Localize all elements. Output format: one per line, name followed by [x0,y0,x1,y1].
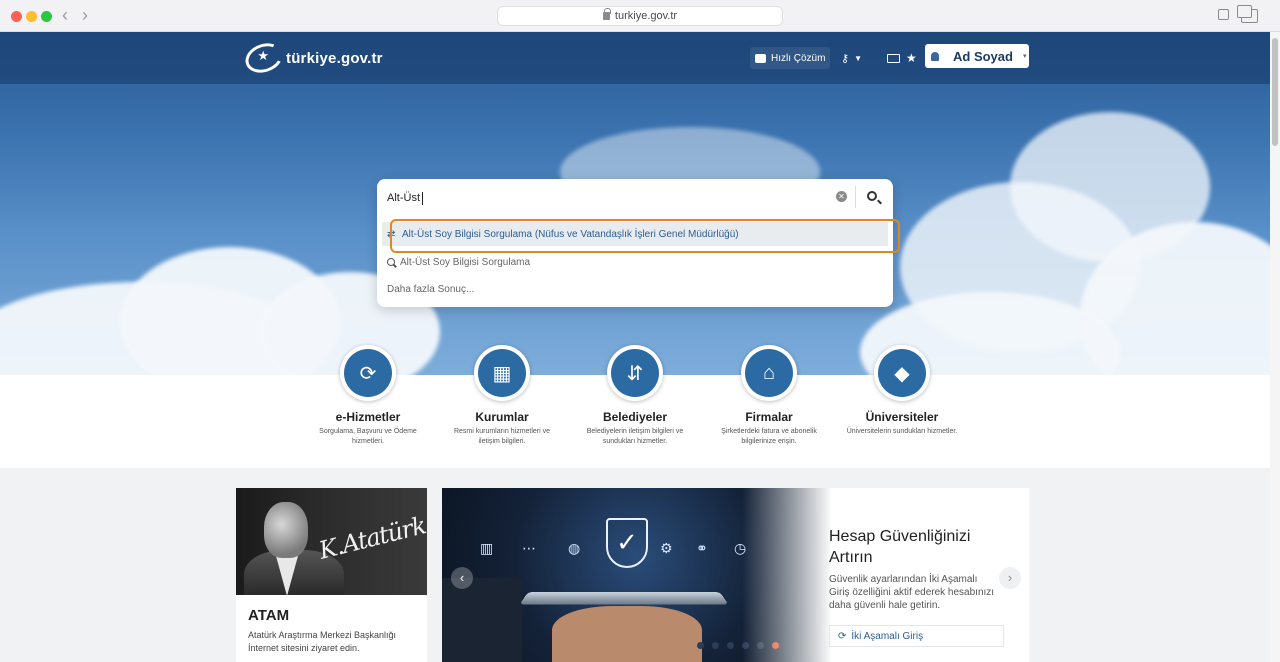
slide-title: Hesap Güvenliğinizi Artırın [829,528,971,566]
category-title: Kurumlar [475,410,529,424]
suggestion-item[interactable]: Alt-Üst Soy Bilgisi Sorgulama [382,250,888,274]
category-kurumlar[interactable]: ▦ Kurumlar Resmi kurumların hizmetleri v… [435,345,569,447]
promo-slider: ▥ ⋯ ◍ ✓ ⚙ ⚭ ◷ ‹ › Hesap Güvenliğinizi Ar… [442,488,1029,662]
lock-icon [602,8,611,20]
suggestion-label: Alt-Üst Soy Bilgisi Sorgulama [400,256,531,268]
logo-emblem-icon [241,38,287,78]
handshake-icon: ⚭ [696,540,708,556]
slider-dot[interactable] [727,642,734,649]
category-description: Üniversitelerin sundukları hizmetler. [846,428,958,435]
chevron-down-icon: ▾ [1022,53,1027,60]
server-icon: ▥ [480,540,494,556]
chevron-down-icon: ▼ [854,53,862,63]
category-title: Belediyeler [602,410,668,424]
tab-overview-icon[interactable] [1237,5,1258,23]
two-step-login-link[interactable]: ⟳ İki Aşamalı Giriş [829,625,1004,647]
refresh-icon: ⟳ [838,630,847,642]
atam-card[interactable]: K.Atatürk ATAM Atatürk Araştırma Merkezi… [236,488,427,662]
search-icon [867,191,877,201]
category-belediyeler[interactable]: ⇵ Belediyeler Belediyelerin iletişim bil… [568,345,702,447]
close-window-button[interactable] [11,11,22,22]
atam-title: ATAM [248,607,290,624]
chat-icon [755,53,766,63]
more-results-link[interactable]: Daha fazla Sonuç... [382,277,888,301]
search-divider [855,186,856,208]
text-cursor [422,191,423,205]
network-icon: ⋯ [522,540,536,556]
more-results-label: Daha fazla Sonuç... [387,283,475,295]
category-section: ⟳ e-Hizmetler Sorgulama, Başvuru ve Ödem… [0,345,1270,470]
category-universiteler[interactable]: ◆ Üniversiteler Üniversitelerin sundukla… [835,345,969,437]
category-firmalar[interactable]: ⌂ Firmalar Şirketlerdeki fatura ve abone… [702,345,836,447]
signature-image: K.Atatürk [316,511,427,565]
forward-arrow-icon[interactable]: › [82,6,88,24]
ataturk-portrait-image: K.Atatürk [236,488,427,595]
slider-dot[interactable] [712,642,719,649]
slider-dot[interactable] [697,642,704,649]
logo-text: türkiye.gov.tr [286,49,383,67]
slider-next-button[interactable]: › [999,567,1021,589]
shield-check-icon: ✓ [606,518,648,568]
star-icon: ★ [906,51,917,65]
category-description: Resmi kurumların hizmetleri ve iletişim … [453,428,551,445]
key-icon: ⚷ [841,52,850,65]
category-title: Üniversiteler [865,410,939,424]
graduation-cap-icon: ◆ [878,349,926,397]
site-logo[interactable]: türkiye.gov.tr [241,38,383,78]
gear-icon: ⚙ [660,540,673,556]
search-input-value: Alt-Üst [387,192,420,204]
globe-icon: ◍ [568,540,581,556]
two-step-login-label: İki Aşamalı Giriş [851,630,924,642]
site-header: türkiye.gov.tr Hızlı Çözüm ⚷ ▼ ★ Ad Soya… [0,32,1270,84]
category-e-hizmetler[interactable]: ⟳ e-Hizmetler Sorgulama, Başvuru ve Ödem… [301,345,435,447]
sidebar-toggle-icon[interactable] [1218,9,1229,20]
back-arrow-icon[interactable]: ‹ [62,6,68,24]
category-title: e-Hizmetler [335,410,401,424]
minimize-window-button[interactable] [26,11,37,22]
user-icon [931,51,939,61]
category-title: Firmalar [745,410,793,424]
access-menu-button[interactable]: ⚷ ▼ [836,47,867,69]
browser-toolbar: ‹ › turkiye.gov.tr [0,0,1280,32]
user-menu-button[interactable]: Ad Soyad ▾ [925,44,1029,68]
search-icon [387,258,395,266]
quick-solution-label: Hızlı Çözüm [771,52,826,64]
address-bar[interactable]: turkiye.gov.tr [497,6,783,26]
maximize-window-button[interactable] [41,11,52,22]
search-input[interactable]: Alt-Üst [387,187,827,209]
page-scrollbar[interactable] [1270,32,1280,662]
id-card-icon [887,53,900,63]
building-icon: ▦ [478,349,526,397]
address-url: turkiye.gov.tr [614,10,678,22]
search-button[interactable] [862,187,886,209]
favorites-button[interactable]: ★ [901,47,922,69]
suggestion-highlight-outline [390,219,900,253]
atam-description: Atatürk Araştırma Merkezi Başkanlığı İnt… [248,630,397,653]
slide-description: Güvenlik ayarlarından İki Aşamalı Giriş … [829,574,995,611]
slider-prev-button[interactable]: ‹ [451,567,473,589]
signpost-icon: ⇵ [611,349,659,397]
category-description: Sorgulama, Başvuru ve Ödeme hizmetleri. [319,428,417,445]
refresh-icon: ⟳ [344,349,392,397]
user-name: Ad Soyad [953,48,1013,64]
category-description: Belediyelerin iletişim bilgileri ve sund… [586,428,684,445]
clear-search-icon[interactable]: ✕ [836,191,847,202]
quick-solution-button[interactable]: Hızlı Çözüm [750,47,831,69]
category-description: Şirketlerdeki fatura ve abonelik bilgile… [721,428,817,445]
factory-icon: ⌂ [745,349,793,397]
scrollbar-thumb[interactable] [1272,38,1278,146]
